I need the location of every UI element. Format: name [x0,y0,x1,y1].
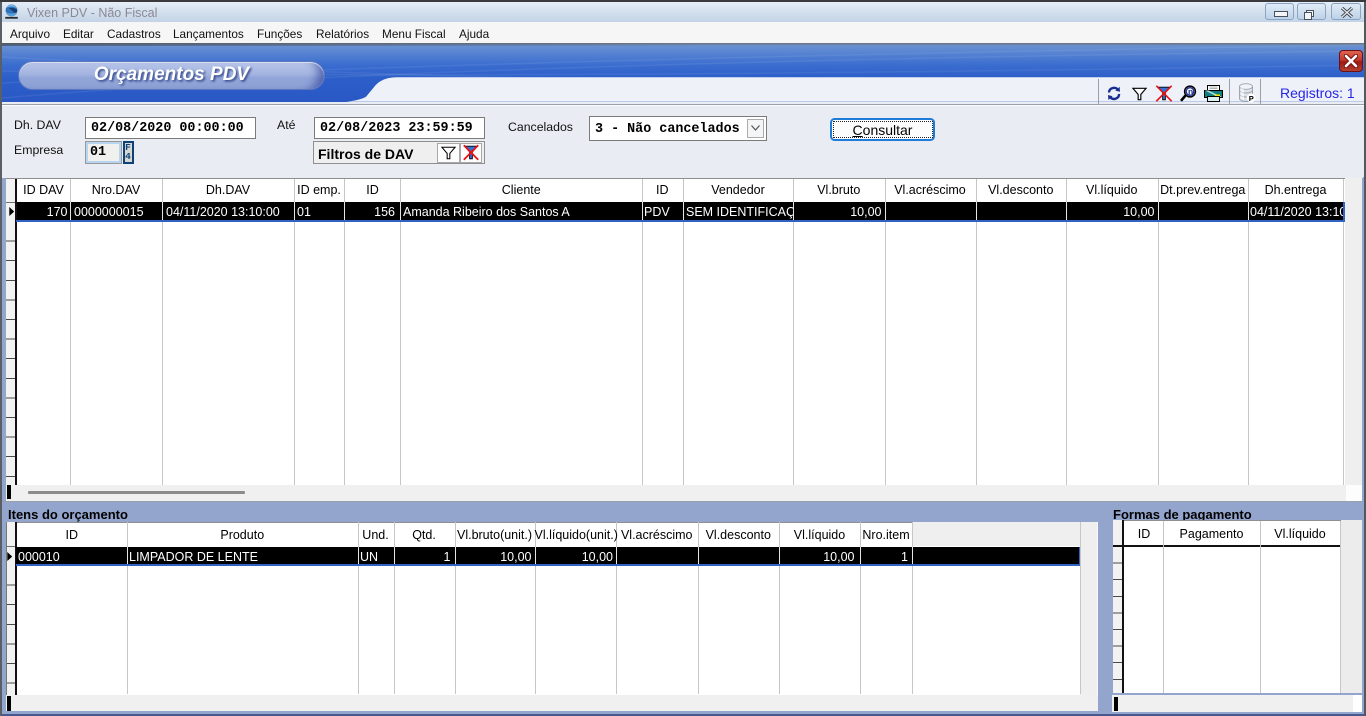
svg-text:n: n [1188,86,1193,96]
svg-text:P: P [1249,94,1254,103]
